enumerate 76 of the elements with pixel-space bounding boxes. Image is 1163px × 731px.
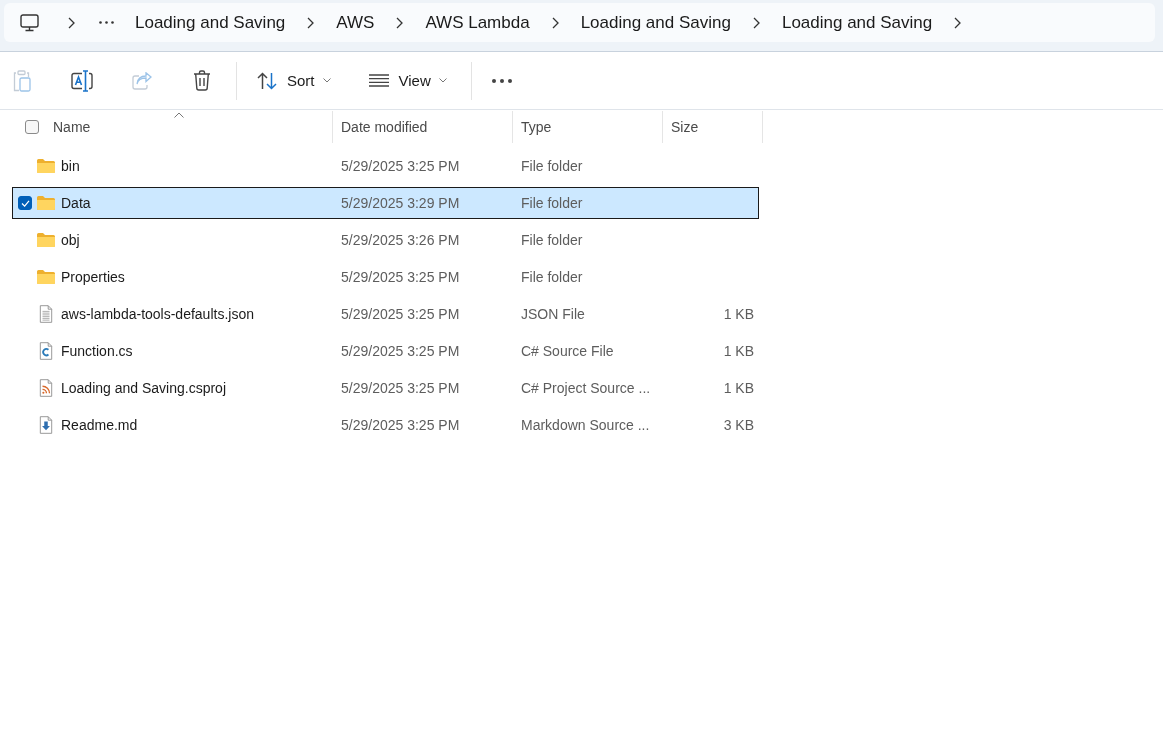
folder-icon [37,233,55,247]
sort-icon [257,71,277,90]
code-file-icon [39,342,53,360]
file-name: Data [61,195,91,211]
chevron-right-icon[interactable] [307,16,315,29]
address-bar[interactable]: Loading and Saving AWS AWS Lambda Loading and Saving Loading and Saving [4,3,1155,42]
type-cell: JSON File [521,306,585,322]
select-all-checkbox[interactable] [25,120,39,134]
size-cell: 3 KB [723,417,754,433]
file-name: Readme.md [61,417,138,433]
view-button[interactable]: View [358,60,457,101]
feed-file-icon [39,379,53,397]
file-row[interactable]: obj 5/29/2025 3:26 PM File folder [12,224,759,256]
file-row[interactable]: Properties 5/29/2025 3:25 PM File folder [12,261,759,293]
size-cell: 1 KB [723,306,754,322]
file-name: Loading and Saving.csproj [61,380,226,396]
file-row[interactable]: Loading and Saving.csproj 5/29/2025 3:25 PM C# Project Source ... 1 KB [12,372,759,404]
ellipsis-icon[interactable] [99,21,114,24]
date-cell: 5/29/2025 3:29 PM [341,195,460,211]
file-row[interactable]: bin 5/29/2025 3:25 PM File folder [12,150,759,182]
caret-up-icon [173,112,184,118]
breadcrumb-item[interactable]: Loading and Saving [570,10,741,35]
chevron-down-icon [322,78,331,83]
share-icon [132,71,152,90]
size-cell: 1 KB [723,343,754,359]
folder-icon [37,196,55,210]
date-cell: 5/29/2025 3:26 PM [341,232,460,248]
date-cell: 5/29/2025 3:25 PM [341,380,460,396]
column-header[interactable]: Type [513,111,662,143]
chevron-right-icon[interactable] [752,16,760,29]
list-icon [368,74,389,87]
document-icon [39,305,53,323]
column-header[interactable]: Date modified [333,111,512,143]
type-cell: File folder [521,158,583,174]
type-cell: C# Source File [521,343,614,359]
chevron-right-icon[interactable] [551,16,559,29]
file-name: obj [61,232,80,248]
trash-icon [193,70,211,91]
more-icon [491,78,512,83]
file-name: Properties [61,269,125,285]
chevron-down-icon [438,78,447,83]
column-header[interactable]: Name [53,111,332,143]
rename-icon [71,69,93,92]
chevron-right-icon[interactable] [396,16,404,29]
sort-button[interactable]: Sort [247,60,341,101]
selected-file-row[interactable]: Data 5/29/2025 3:29 PM File folder [12,187,759,219]
date-cell: 5/29/2025 3:25 PM [341,417,460,433]
type-cell: Markdown Source ... [521,417,650,433]
computer-icon[interactable] [20,13,39,32]
file-name: bin [61,158,80,174]
folder-icon [37,270,55,284]
breadcrumb-item[interactable]: AWS [326,10,385,35]
date-cell: 5/29/2025 3:25 PM [341,306,460,322]
row-checkbox[interactable] [18,196,32,210]
date-cell: 5/29/2025 3:25 PM [341,269,460,285]
type-cell: C# Project Source ... [521,380,651,396]
file-name: aws-lambda-tools-defaults.json [61,306,254,322]
arrow-file-icon [39,416,53,434]
file-row[interactable]: Function.cs 5/29/2025 3:25 PM C# Source File 1 KB [12,335,759,367]
date-cell: 5/29/2025 3:25 PM [341,343,460,359]
breadcrumb-item[interactable]: Loading and Saving [771,10,943,35]
file-row[interactable]: Readme.md 5/29/2025 3:25 PM Markdown Source ... 3 KB [12,409,759,441]
chevron-right-icon[interactable] [954,16,962,29]
column-header[interactable]: Size [663,111,762,143]
type-cell: File folder [521,195,583,211]
breadcrumb-item[interactable]: Loading and Saving [125,10,296,35]
clipboard-icon [13,69,31,92]
breadcrumb-item[interactable]: AWS Lambda [415,10,540,35]
date-cell: 5/29/2025 3:25 PM [341,158,460,174]
type-cell: File folder [521,232,583,248]
size-cell: 1 KB [723,380,754,396]
chevron-right-icon[interactable] [68,16,75,29]
type-cell: File folder [521,269,583,285]
file-name: Function.cs [61,343,133,359]
file-row[interactable]: aws-lambda-tools-defaults.json 5/29/2025 3:25 PM JSON File 1 KB [12,298,759,330]
folder-icon [37,159,55,173]
